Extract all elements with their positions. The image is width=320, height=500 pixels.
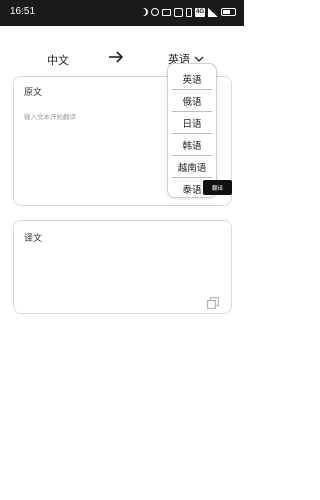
moon-icon [140,8,148,16]
source-text-label: 原文 [24,88,43,98]
dropdown-option-vietnamese[interactable]: 越南语 [172,156,212,178]
signal-icon [208,7,218,17]
copy-icon[interactable] [207,297,219,309]
status-time: 16:51 [10,6,36,17]
dropdown-option-english[interactable]: 英语 [172,68,212,90]
source-text-input[interactable] [24,110,174,124]
gear-icon [150,8,159,16]
translate-button[interactable]: 翻译 [203,180,232,195]
arrow-right-icon[interactable] [108,50,124,64]
vibrate-icon [185,7,192,17]
mail-icon [161,8,171,16]
language-dropdown: 英语 俄语 日语 韩语 越南语 泰语 [167,63,217,198]
status-icons: 4G [140,5,236,19]
result-text-label: 译文 [24,234,43,244]
source-language-selector[interactable]: 中文 [47,52,69,68]
network-icon: 4G [194,7,205,17]
dropdown-option-russian[interactable]: 俄语 [172,90,212,112]
box-icon [173,7,183,17]
battery-icon [221,8,236,16]
status-bar: 16:51 4G [0,0,244,26]
result-text-card: 译文 [13,220,232,314]
dropdown-option-korean[interactable]: 韩语 [172,134,212,156]
dropdown-option-japanese[interactable]: 日语 [172,112,212,134]
